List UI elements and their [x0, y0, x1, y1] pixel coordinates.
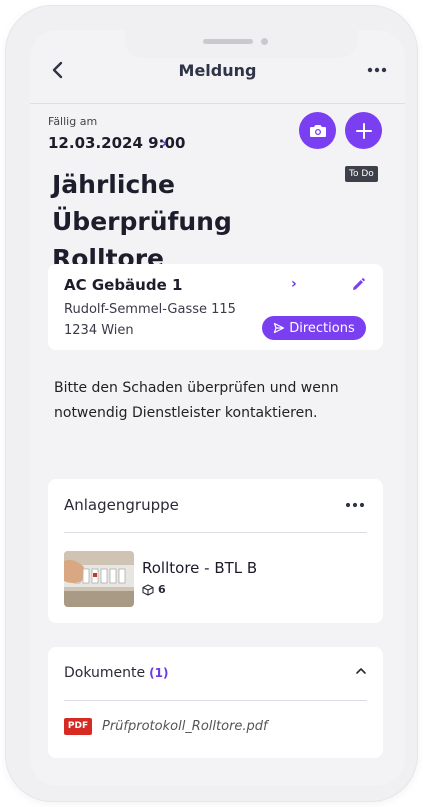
divider	[64, 700, 367, 701]
location-city: 1234 Wien	[64, 323, 134, 338]
front-camera	[261, 38, 268, 45]
documents-count: (1)	[149, 666, 169, 680]
app-screen: Meldung Fällig am 12.03.2024 9:00 › To D…	[30, 30, 405, 786]
documents-title: Dokumente	[64, 665, 146, 681]
status-badge: To Do	[345, 166, 378, 182]
more-horizontal-icon	[345, 502, 365, 508]
asset-name[interactable]: Rolltore - BTL B	[142, 559, 257, 577]
page-header-title: Meldung	[178, 61, 257, 80]
speaker-grille	[203, 39, 253, 44]
location-street: Rudolf-Semmel-Gasse 115	[64, 302, 236, 317]
box-icon	[142, 583, 154, 596]
location-card: AC Gebäude 1 › Rudolf-Semmel-Gasse 115 1…	[48, 264, 383, 350]
divider	[64, 532, 367, 533]
asset-group-header: Anlagengruppe	[64, 496, 179, 514]
more-horizontal-icon	[367, 67, 387, 73]
send-icon	[274, 322, 285, 334]
camera-button[interactable]	[299, 112, 336, 149]
documents-card: Dokumente (1) PDF Prüfprotokoll_Rolltore.…	[48, 647, 383, 758]
asset-group-card: Anlagengruppe Rolltore - BTL B 6	[48, 479, 383, 623]
more-options-button[interactable]	[365, 60, 389, 80]
location-name[interactable]: AC Gebäude 1	[64, 276, 182, 294]
edit-location-button[interactable]	[350, 277, 366, 293]
page-title: Jährliche Überprüfung Rolltore	[52, 170, 232, 273]
description-text: Bitte den Schaden überprüfen und wenn no…	[54, 380, 339, 421]
asset-thumbnail[interactable]	[64, 551, 134, 607]
directions-label: Directions	[289, 320, 355, 336]
phone-frame: Meldung Fällig am 12.03.2024 9:00 › To D…	[6, 6, 417, 801]
device-notch	[125, 30, 358, 58]
pdf-file-icon: PDF	[64, 718, 92, 735]
plus-icon	[355, 122, 372, 139]
asset-group-more-button[interactable]	[344, 495, 366, 515]
camera-icon	[309, 124, 326, 137]
asset-count-value: 6	[158, 583, 166, 596]
due-label: Fällig am	[48, 115, 98, 128]
due-date-chevron-icon[interactable]: ›	[161, 134, 167, 152]
pencil-icon	[353, 278, 365, 290]
location-chevron-icon[interactable]: ›	[291, 276, 297, 292]
chevron-up-icon	[356, 668, 366, 674]
add-button[interactable]	[345, 112, 382, 149]
circuit-breaker-image	[64, 551, 134, 607]
directions-button[interactable]: Directions	[262, 316, 366, 340]
asset-count: 6	[142, 583, 166, 596]
collapse-documents-button[interactable]	[354, 663, 368, 677]
documents-header: Dokumente (1)	[64, 665, 168, 681]
document-link[interactable]: Prüfprotokoll_Rolltore.pdf	[102, 719, 268, 734]
